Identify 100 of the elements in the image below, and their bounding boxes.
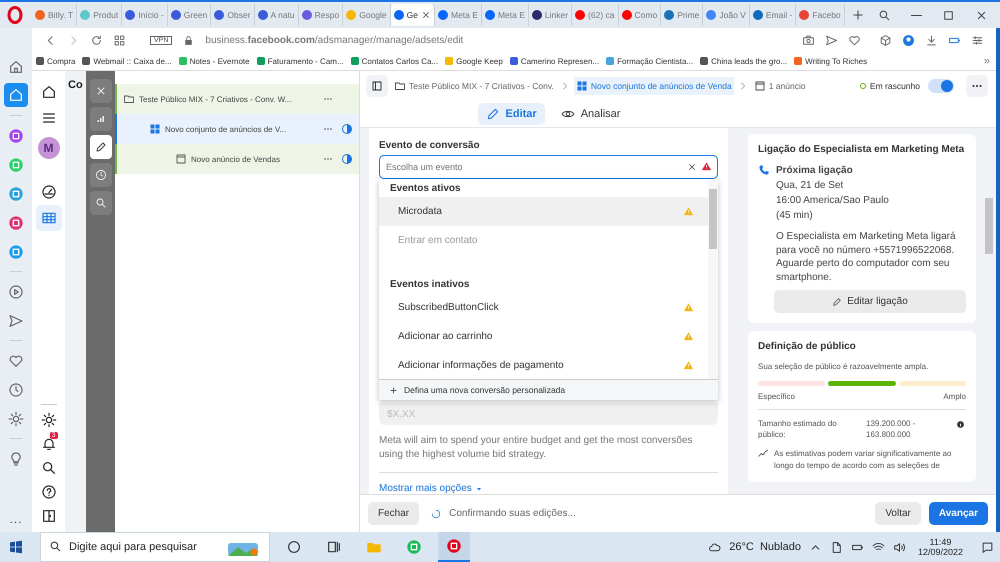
start-icon xyxy=(8,539,24,555)
next-button[interactable]: Avançar xyxy=(928,502,988,525)
bookmark[interactable]: Formação Cientista... xyxy=(606,56,694,66)
show-more-link[interactable]: Mostrar mais opções xyxy=(379,483,483,494)
sidebar-toggle-button[interactable] xyxy=(366,75,388,97)
browser-tab[interactable]: Respo xyxy=(298,4,344,26)
edit-call-button[interactable]: Editar ligação xyxy=(774,290,966,313)
browser-tab[interactable]: Meta E xyxy=(435,4,482,26)
tab-title: Email - xyxy=(766,10,792,20)
tab[interactable]: Editar xyxy=(478,103,545,125)
event-select-field[interactable]: Escolha um evento xyxy=(379,155,718,179)
browser-tab[interactable]: Obser xyxy=(211,4,255,26)
heart-icon xyxy=(848,34,861,46)
browser-tab[interactable]: Como xyxy=(618,4,662,26)
maximize-icon xyxy=(942,8,955,22)
status-text: Em rascunho xyxy=(870,81,920,91)
breadcrumb-item[interactable]: 1 anúncio xyxy=(752,77,808,95)
status-text: Confirmando suas edições... xyxy=(449,508,576,519)
error-icon xyxy=(701,161,712,172)
toggle-switch[interactable] xyxy=(928,79,954,93)
tree-item[interactable]: Novo anúncio de Vendas xyxy=(115,144,359,174)
bookmark[interactable]: China leads the gro... xyxy=(700,56,788,66)
browser-tab[interactable]: Bitly. T xyxy=(32,4,78,26)
bell-icon xyxy=(40,436,56,452)
field-label: Evento de conversão xyxy=(379,140,481,151)
folder-icon xyxy=(123,93,135,105)
more-button[interactable]: ... xyxy=(9,512,22,526)
tab-title: Facebo xyxy=(812,10,841,20)
bookmark[interactable]: Writing To Riches xyxy=(794,56,868,66)
bookmark[interactable]: Contatos Carlos Ca... xyxy=(350,56,438,66)
close-button[interactable] xyxy=(90,79,112,103)
browser-tab[interactable]: A natu xyxy=(254,4,299,26)
menu-item[interactable]: Defina uma nova conversão personalizada xyxy=(379,379,718,400)
plus-icon xyxy=(389,386,398,394)
warning-icon xyxy=(683,360,694,371)
browser-tab[interactable]: Facebo xyxy=(796,4,845,26)
pencil-icon xyxy=(832,296,842,306)
menu-item[interactable]: SubscribedButtonClick xyxy=(379,293,708,322)
browser-tab[interactable]: Produt xyxy=(77,4,122,26)
card-title: Ligação do Especialista em Marketing Meta xyxy=(758,144,966,155)
tab-title: Obser xyxy=(227,10,251,20)
table-button[interactable] xyxy=(36,205,62,231)
search-icon xyxy=(40,460,56,476)
scrollbar[interactable] xyxy=(708,179,718,379)
profile-icon[interactable] xyxy=(902,34,915,46)
call-detail: (45 min) xyxy=(776,209,814,222)
home-icon xyxy=(8,87,24,103)
browser-tab[interactable]: Meta E xyxy=(482,4,529,26)
browser-tab[interactable]: Google xyxy=(343,4,391,26)
pencil-button[interactable] xyxy=(90,135,112,159)
half-circle-icon[interactable] xyxy=(341,123,353,135)
sidebar-icon xyxy=(371,80,383,92)
browser-tab[interactable]: Início - xyxy=(122,4,168,26)
tab[interactable]: Analisar xyxy=(552,103,628,125)
tree-item[interactable]: Teste Público MIX - 7 Criativos - Conv. W... xyxy=(115,84,359,114)
back-button[interactable]: Voltar xyxy=(875,502,921,525)
close-button[interactable]: Fechar xyxy=(368,502,420,525)
bookmark[interactable]: Webmail :: Caixa de... xyxy=(82,56,172,66)
wave-icon xyxy=(758,448,769,460)
breadcrumb-item[interactable]: Novo conjunto de anúncios de Venda xyxy=(574,77,734,95)
browser-tab[interactable]: (62) ca xyxy=(572,4,618,26)
browser-tab[interactable]: Green xyxy=(168,4,212,26)
description: Meta will aim to spend your entire budget and get the most conversões using the highest volume bid strategy. xyxy=(379,434,694,462)
ring-icon xyxy=(286,539,302,555)
half-circle-icon[interactable] xyxy=(341,153,353,165)
ad-frame-icon xyxy=(175,153,187,165)
bookmark[interactable]: Notes - Evernote xyxy=(178,56,250,66)
menu-item[interactable]: Microdata xyxy=(379,197,708,226)
address-field[interactable]: business.facebook.com/adsmanager/manage/adsets/edit xyxy=(205,34,464,46)
bookmark[interactable]: Compra xyxy=(36,56,76,66)
clear-icon xyxy=(687,162,697,172)
gauge-icon xyxy=(40,184,56,200)
tree-item[interactable]: Novo conjunto de anúncios de V... xyxy=(115,114,359,144)
browser-tab[interactable]: Prime xyxy=(661,4,704,26)
clock-button[interactable] xyxy=(90,163,112,187)
clock[interactable]: 11:49 12/09/2022 xyxy=(918,537,963,557)
bookmark[interactable]: Faturamento - Cam... xyxy=(256,56,344,66)
group-heading: Eventos inativos xyxy=(389,278,470,292)
breadcrumb-item[interactable]: Teste Público MIX - 7 Criativos - Conv. xyxy=(392,77,556,95)
tab-title: (62) ca xyxy=(588,10,614,20)
bookmark[interactable]: Camerino Represen... xyxy=(510,56,600,66)
avatar[interactable]: M xyxy=(38,137,60,159)
browser-tab[interactable]: Ge xyxy=(390,4,435,26)
bookmark[interactable]: Google Keep xyxy=(445,56,503,66)
bid-field[interactable]: $X.XX xyxy=(379,403,718,425)
bar-chart-button[interactable] xyxy=(90,107,112,131)
browser-tab[interactable]: João V xyxy=(703,4,750,26)
size-value: 139.200.000 - 163.800.000 xyxy=(866,418,916,440)
tab-title: Ge xyxy=(406,10,418,20)
menu-item[interactable]: Adicionar informações de pagamento xyxy=(379,351,708,379)
more-bookmarks-button[interactable]: » xyxy=(984,55,990,67)
sliders-icon xyxy=(971,34,984,46)
search-field[interactable]: Digite aqui para pesquisar xyxy=(40,532,270,562)
browser-tab[interactable]: Linker xyxy=(528,4,572,26)
browser-tab[interactable]: Email - xyxy=(750,4,796,26)
minimize-icon[interactable] xyxy=(911,14,922,16)
panel-icon xyxy=(40,508,56,524)
grid-icon xyxy=(113,34,126,46)
menu-item[interactable]: Adicionar ao carrinho xyxy=(379,322,708,351)
info-icon[interactable] xyxy=(956,420,965,429)
